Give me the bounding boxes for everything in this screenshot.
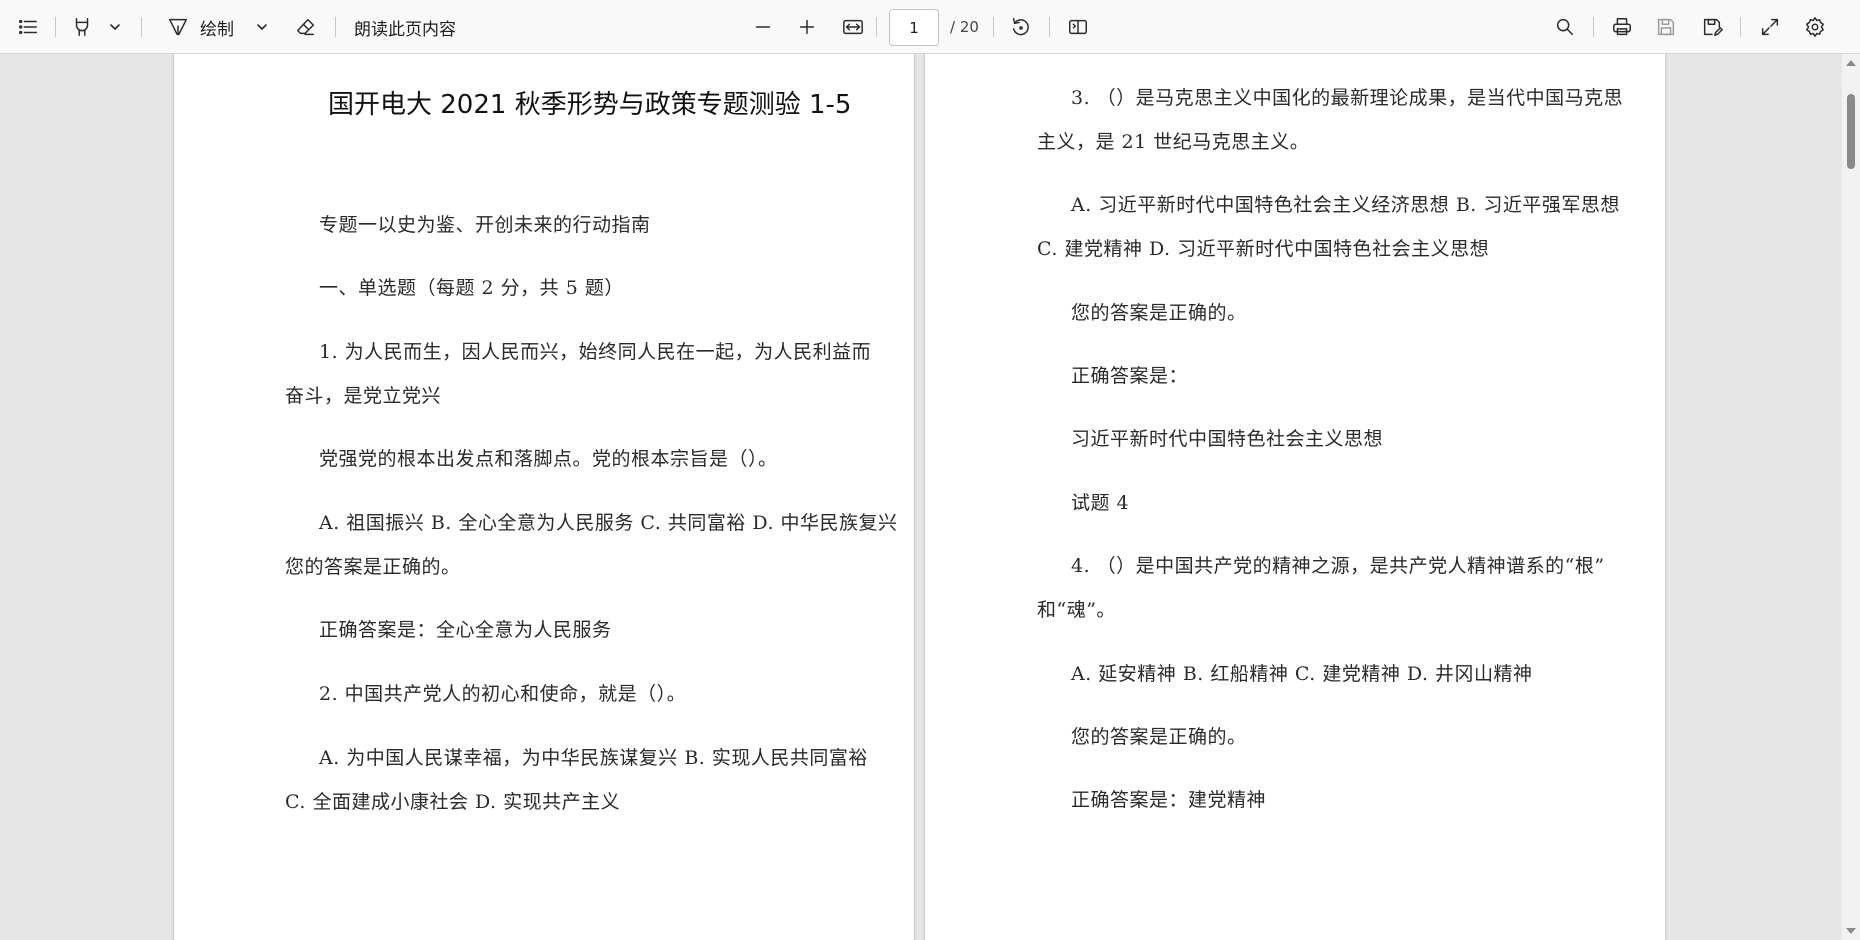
chevron-down-icon	[257, 24, 267, 30]
document-viewer[interactable]: 国开电大 2021 秋季形势与政策专题测验 1-5 专题一以史为鉴、开创未来的行…	[0, 54, 1842, 940]
pdf-page-1: 国开电大 2021 秋季形势与政策专题测验 1-5 专题一以史为鉴、开创未来的行…	[174, 54, 914, 940]
text-line: 党强党的根本出发点和落脚点。党的根本宗旨是（）。	[319, 448, 778, 470]
text-line: 主义，是 21 世纪马克思主义。	[1037, 131, 1310, 153]
eraser-button[interactable]	[292, 0, 320, 54]
pdf-toolbar: 绘制 朗读此页内容 / 20	[0, 0, 1860, 54]
toolbar-separator	[876, 17, 877, 37]
draw-icon	[169, 18, 187, 36]
scroll-down-arrow[interactable]	[1846, 928, 1856, 934]
settings-button[interactable]	[1801, 0, 1829, 54]
rotate-button[interactable]	[1007, 0, 1035, 54]
text-line: 您的答案是正确的。	[1071, 726, 1247, 748]
print-button[interactable]	[1608, 0, 1636, 54]
toolbar-separator	[335, 17, 336, 37]
scroll-up-arrow[interactable]	[1846, 60, 1856, 66]
toolbar-separator	[1740, 17, 1741, 37]
text-line: 正确答案是：全心全意为人民服务	[319, 619, 612, 641]
fit-width-button[interactable]	[839, 0, 867, 54]
text-line: A. 延安精神 B. 红船精神 C. 建党精神 D. 井冈山精神	[1071, 663, 1533, 685]
save-icon	[1657, 18, 1675, 36]
text-line: A. 习近平新时代中国特色社会主义经济思想 B. 习近平强军思想	[1071, 194, 1620, 216]
fullscreen-icon	[1761, 18, 1779, 36]
text-line: A. 祖国振兴 B. 全心全意为人民服务 C. 共同富裕 D. 中华民族复兴	[319, 512, 898, 534]
text-line: 3. （）是马克思主义中国化的最新理论成果，是当代中国马克思	[1071, 87, 1624, 109]
page-view-button[interactable]	[1064, 0, 1092, 54]
text-line: 正确答案是：建党精神	[1071, 789, 1267, 811]
toolbar-separator	[55, 17, 56, 37]
text-line: 1. 为人民而生，因人民而兴，始终同人民在一起，为人民利益而	[319, 341, 872, 363]
text-line: A. 为中国人民谋幸福，为中华民族谋复兴 B. 实现人民共同富裕	[319, 747, 868, 769]
zoom-in-icon	[799, 19, 815, 35]
draw-label: 绘制	[200, 19, 234, 40]
chevron-down-icon	[110, 24, 120, 30]
read-aloud-label: 朗读此页内容	[354, 19, 456, 40]
pdf-page-2: 3. （）是马克思主义中国化的最新理论成果，是当代中国马克思 主义，是 21 世…	[925, 54, 1665, 940]
print-icon	[1613, 18, 1631, 36]
vertical-scrollbar[interactable]	[1842, 54, 1860, 940]
highlight-dropdown[interactable]	[104, 0, 126, 54]
document-title: 国开电大 2021 秋季形势与政策专题测验 1-5	[328, 90, 852, 120]
save-button[interactable]	[1652, 0, 1680, 54]
contents-button[interactable]	[14, 0, 42, 54]
draw-button[interactable]	[164, 0, 192, 54]
toolbar-separator	[1593, 17, 1594, 37]
text-line: C. 全面建成小康社会 D. 实现共产主义	[285, 791, 621, 813]
text-line: 和“魂”。	[1037, 599, 1116, 621]
rotate-icon	[1012, 18, 1029, 36]
toolbar-separator	[993, 17, 994, 37]
zoom-out-icon	[755, 26, 771, 28]
search-button[interactable]	[1551, 0, 1579, 54]
zoom-in-button[interactable]	[793, 0, 821, 54]
fit-width-icon	[843, 19, 863, 35]
fullscreen-button[interactable]	[1756, 0, 1784, 54]
text-line: 专题一以史为鉴、开创未来的行动指南	[319, 214, 651, 236]
text-line: 奋斗，是党立党兴	[285, 385, 442, 407]
draw-dropdown[interactable]	[251, 0, 273, 54]
save-as-button[interactable]	[1698, 0, 1726, 54]
eraser-icon	[297, 18, 315, 36]
contents-icon	[19, 19, 37, 35]
text-line: 您的答案是正确的。	[285, 556, 461, 578]
text-line: 正确答案是：	[1071, 365, 1189, 387]
toolbar-separator	[141, 17, 142, 37]
save-as-icon	[1703, 18, 1723, 36]
text-line: 试题 4	[1071, 492, 1130, 514]
text-line: 4. （）是中国共产党的精神之源，是共产党人精神谱系的“根”	[1071, 555, 1605, 577]
text-line: 一、单选题（每题 2 分，共 5 题）	[319, 277, 624, 299]
text-line: C. 建党精神 D. 习近平新时代中国特色社会主义思想	[1037, 238, 1490, 260]
highlight-icon	[75, 18, 89, 36]
text-line: 您的答案是正确的。	[1071, 302, 1247, 324]
toolbar-separator	[1049, 17, 1050, 37]
text-line: 2. 中国共产党人的初心和使命，就是（）。	[319, 683, 687, 705]
scroll-thumb[interactable]	[1847, 94, 1855, 169]
page-view-icon	[1069, 19, 1087, 35]
text-line: 习近平新时代中国特色社会主义思想	[1071, 428, 1384, 450]
draw-label-button[interactable]: 绘制	[200, 0, 240, 54]
read-aloud-button[interactable]: 朗读此页内容	[354, 0, 472, 54]
page-total: / 20	[950, 18, 979, 36]
zoom-out-button[interactable]	[749, 0, 777, 54]
settings-icon	[1806, 17, 1824, 37]
highlight-button[interactable]	[68, 0, 96, 54]
search-icon	[1556, 18, 1574, 36]
page-number-input[interactable]	[889, 9, 939, 46]
